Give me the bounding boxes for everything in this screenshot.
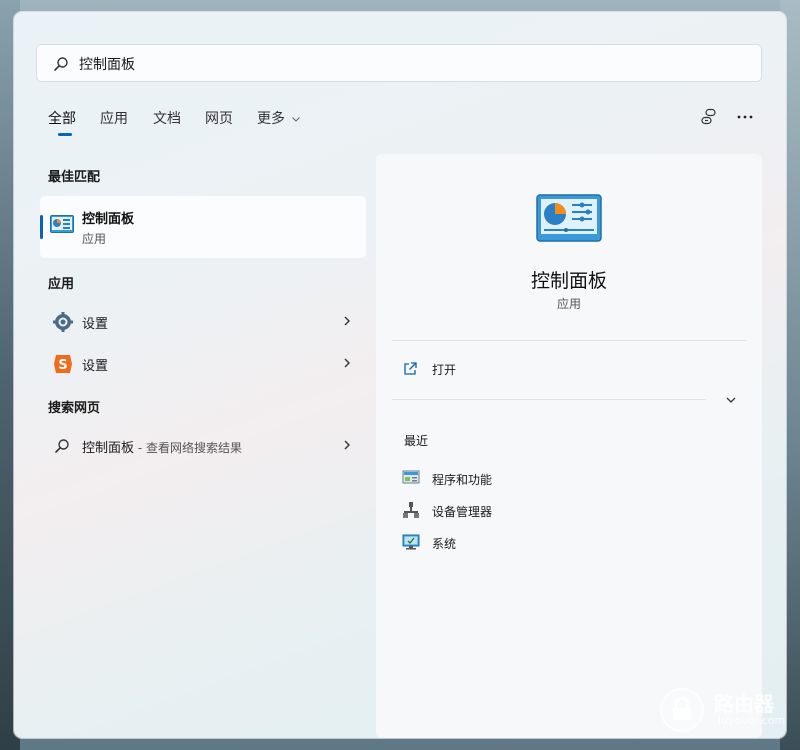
app-result-label: 设置: [82, 317, 109, 332]
tab-apps[interactable]: 应用: [100, 108, 128, 128]
app-result-settings[interactable]: 设置: [40, 304, 366, 340]
tab-more-label: 更多: [257, 111, 285, 127]
app-result-label: 设置: [82, 359, 109, 374]
search-input[interactable]: 控制面板: [79, 54, 135, 74]
site-watermark: 路由器 luyouqi.com: [660, 686, 790, 734]
divider: [392, 340, 746, 341]
detail-type: 应用: [556, 297, 581, 311]
search-icon: [54, 57, 68, 71]
svg-text:S: S: [58, 358, 67, 373]
recent-heading: 最近: [404, 434, 429, 448]
settings-gear-icon: [53, 312, 73, 332]
best-match-name: 控制面板: [82, 212, 135, 227]
chevron-right-icon[interactable]: [340, 356, 354, 370]
device-manager-icon: [403, 502, 419, 518]
search-icon: [55, 439, 69, 453]
open-action[interactable]: 打开: [402, 359, 602, 383]
watermark-title: 路由器: [714, 692, 774, 716]
best-match-result[interactable]: 控制面板 应用: [40, 196, 366, 258]
tab-web[interactable]: 网页: [205, 108, 233, 128]
watermark-logo: [660, 688, 704, 732]
recent-item-programs-features[interactable]: 程序和功能: [402, 467, 702, 491]
app-result-sogou-settings[interactable]: S 设置: [40, 346, 366, 382]
account-switch-icon[interactable]: [698, 106, 720, 128]
open-external-icon: [404, 362, 417, 375]
chevron-right-icon[interactable]: [340, 314, 354, 328]
open-label: 打开: [432, 363, 457, 377]
more-options-icon[interactable]: [734, 106, 756, 128]
expand-chevron-icon[interactable]: [724, 393, 738, 407]
web-search-result[interactable]: 控制面板 - 查看网络搜索结果: [40, 428, 366, 464]
recent-item-system[interactable]: 系统: [402, 531, 702, 555]
programs-features-icon: [402, 470, 420, 484]
best-match-type: 应用: [82, 232, 107, 246]
recent-item-label: 系统: [432, 537, 457, 551]
tab-all[interactable]: 全部: [48, 108, 76, 128]
watermark-domain: luyouqi.com: [718, 714, 786, 727]
web-search-query: 控制面板: [82, 441, 135, 456]
result-detail-pane: 控制面板 应用 打开 最近 程序和功能 设备管理器 系统: [376, 154, 762, 738]
control-panel-icon: [50, 215, 74, 233]
tab-documents[interactable]: 文档: [153, 108, 181, 128]
recent-item-label: 程序和功能: [432, 473, 493, 487]
system-monitor-icon: [402, 534, 420, 550]
recent-item-device-manager[interactable]: 设备管理器: [402, 499, 702, 523]
divider: [392, 399, 706, 400]
recent-item-label: 设备管理器: [432, 505, 493, 519]
sogou-s-icon: S: [54, 355, 72, 373]
web-search-label: 控制面板 - 查看网络搜索结果: [82, 437, 242, 456]
detail-title: 控制面板: [530, 270, 607, 292]
active-tab-indicator: [58, 133, 72, 136]
search-panel: 控制面板 全部 应用 文档 网页 更多 最佳匹配 控制面板 应用 应用 设置 S…: [14, 12, 786, 738]
web-search-heading: 搜索网页: [48, 401, 101, 416]
selection-accent: [40, 215, 43, 239]
chevron-right-icon[interactable]: [340, 438, 354, 452]
control-panel-large-icon: [536, 194, 602, 242]
chevron-down-icon: [292, 117, 301, 122]
best-match-heading: 最佳匹配: [48, 170, 101, 185]
search-box[interactable]: 控制面板: [36, 44, 762, 82]
tab-more[interactable]: 更多: [257, 108, 301, 128]
web-search-description: - 查看网络搜索结果: [134, 441, 242, 455]
apps-heading: 应用: [48, 277, 75, 292]
